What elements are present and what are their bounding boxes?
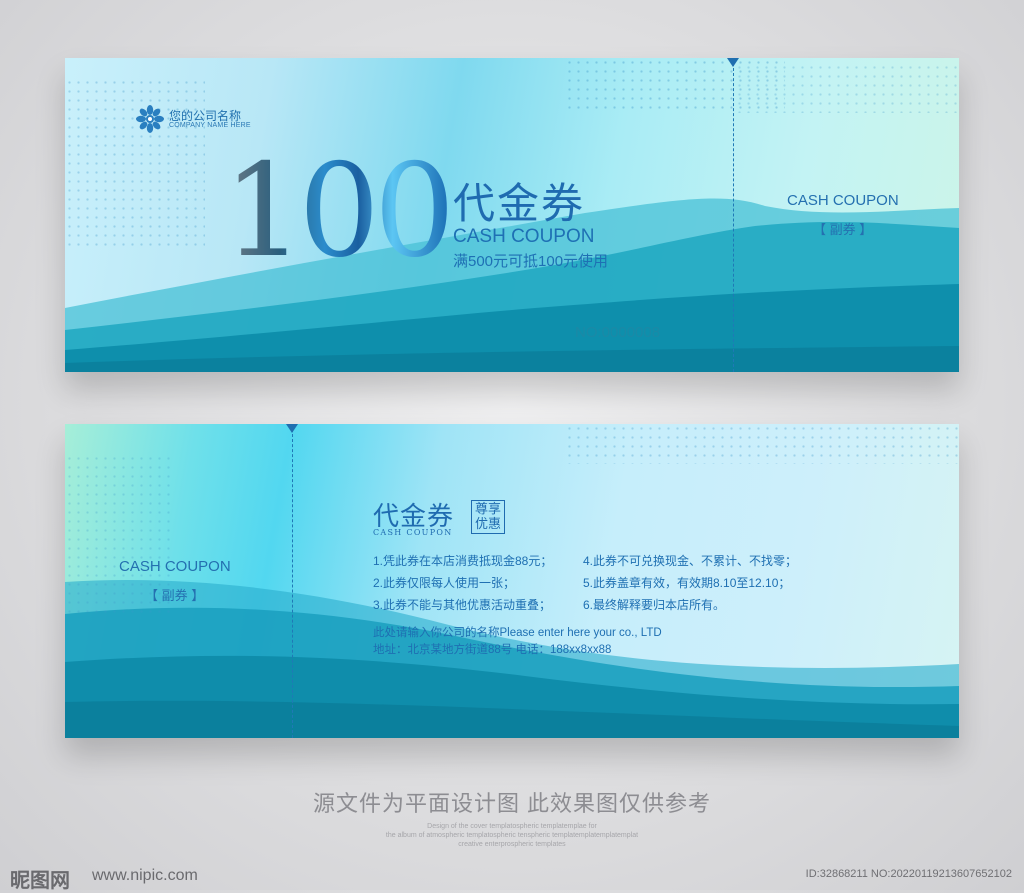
company-contact: 此处请输入你公司的名称Please enter here your co., L…: [373, 627, 662, 639]
watermark-small-line: the album of atmospheric templatospheric…: [385, 832, 639, 839]
site-logo: 昵图网: [10, 870, 70, 892]
footer-bar: 昵图网 www.nipic.com ID:32868211 NO:2022011…: [0, 860, 1024, 892]
rule-item: 2.此券仅限每人使用一张；: [373, 576, 516, 590]
rule-item: 4.此券不可兑换现金、不累计、不找零；: [583, 554, 798, 568]
tear-line: [733, 58, 734, 372]
coupon-back: CASH COUPON 【 副券 】 代金券 CASH COUPON 尊享 优惠…: [65, 424, 959, 738]
coupon-title-en: CASH COUPON: [373, 528, 453, 537]
coupon-amount: 100: [223, 137, 455, 286]
image-id: ID:32868211 NO:20220119213607652102: [805, 868, 1012, 880]
tear-notch-icon: [286, 424, 298, 433]
company-address: 地址：北京某地方街道88号 电话：188xx8xx88: [373, 644, 612, 656]
dot-pattern: [565, 424, 959, 464]
tear-notch-icon: [727, 58, 739, 67]
company-logo-icon: [136, 105, 164, 133]
stub-title-en: CASH COUPON: [787, 192, 899, 209]
dot-pattern: [735, 63, 959, 113]
coupon-front: 您的公司名称 COMPANY NAME HERE 100 代金券 CASH CO…: [65, 58, 959, 372]
rule-item: 6.最终解释要归本店所有。: [583, 598, 726, 612]
tear-line: [292, 424, 293, 738]
coupon-title-en: CASH COUPON: [453, 226, 595, 247]
rule-item: 5.此券盖章有效，有效期8.10至12.10；: [583, 576, 791, 590]
stub-title-en: CASH COUPON: [119, 558, 231, 575]
badge-line: 尊享: [474, 501, 501, 516]
watermark-text: 源文件为平面设计图 此效果图仅供参考: [312, 791, 712, 816]
company-name-en: COMPANY NAME HERE: [169, 122, 251, 129]
rule-item: 3.此券不能与其他优惠活动重叠；: [373, 598, 552, 612]
watermark-small-line: creative enterprospheric templates: [458, 841, 566, 848]
coupon-title: 代金券: [453, 180, 586, 227]
privilege-badge: 尊享 优惠: [471, 500, 505, 534]
stub-label: 【 副券 】: [145, 588, 205, 603]
watermark-small-line: Design of the cover templatospheric temp…: [427, 823, 597, 830]
rule-item: 1.凭此券在本店消费抵现金88元；: [373, 554, 553, 568]
serial-number: NO:0000008: [575, 324, 661, 341]
badge-line: 优惠: [474, 516, 501, 531]
site-url[interactable]: www.nipic.com: [92, 867, 198, 885]
usage-condition: 满500元可抵100元使用: [453, 253, 609, 270]
stub-label: 【 副券 】: [813, 222, 873, 237]
